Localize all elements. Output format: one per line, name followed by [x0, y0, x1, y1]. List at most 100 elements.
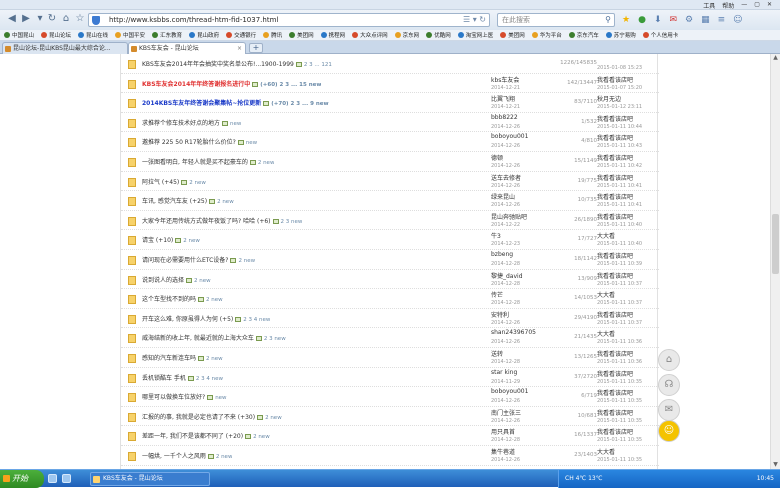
- last-poster[interactable]: 我看看该店吧: [597, 192, 633, 201]
- thread-pages[interactable]: new: [246, 140, 257, 146]
- thread-author[interactable]: 德顿: [491, 153, 503, 162]
- thread-pages[interactable]: 2 new: [238, 258, 255, 264]
- download-icon[interactable]: ⬇: [654, 15, 662, 25]
- last-poster[interactable]: 我看看该店吧: [597, 349, 633, 358]
- customer-service-icon[interactable]: ☊: [658, 374, 680, 396]
- menu-tools[interactable]: 工具: [703, 1, 715, 10]
- thread-title-link[interactable]: 邀推荐 225 50 R17轮胎什么价位? new: [142, 137, 257, 146]
- scrollbar-thumb[interactable]: [772, 214, 779, 274]
- thread-title-link[interactable]: KBS车友会2014年年终答谢报名进行中 (+60) 2 3 ... 15 new: [142, 79, 321, 88]
- last-poster[interactable]: 我看看该店吧: [597, 310, 633, 319]
- user-icon[interactable]: ☺: [733, 15, 742, 25]
- thread-pages[interactable]: 2 3 ... 121: [304, 62, 332, 68]
- star-icon[interactable]: ☆: [74, 13, 86, 25]
- dropdown-icon[interactable]: ▾: [34, 13, 46, 25]
- mail-icon[interactable]: ✉: [669, 15, 677, 25]
- thread-title-link[interactable]: 大家今年还用传统方式做年夜饭了吗? 哈哈 (+6) 2 3 new: [142, 216, 302, 225]
- thread-title-link[interactable]: 差距一年, 我们不是该都不同了 (+20) 2 new: [142, 431, 270, 440]
- thread-title-link[interactable]: 一幅烘, 一千个人之风雨 2 new: [142, 451, 232, 460]
- thread-pages[interactable]: 2 new: [194, 278, 211, 284]
- bookmark-item[interactable]: 美团网: [289, 31, 314, 39]
- minimize-button[interactable]: —: [741, 1, 747, 10]
- last-poster[interactable]: 我看看该店吧: [597, 369, 633, 378]
- menu-help[interactable]: 帮助: [722, 1, 734, 10]
- thread-pages[interactable]: 2 new: [183, 238, 200, 244]
- thread-title-link[interactable]: 丢机锁酷车 手机 2 3 4 new: [142, 373, 223, 382]
- close-tab-icon[interactable]: ×: [237, 43, 242, 54]
- thread-author[interactable]: boboyou001: [491, 133, 528, 140]
- thread-title-link[interactable]: 汇报的的事, 我就是必定也请了不来 (+30) 2 new: [142, 412, 282, 421]
- last-poster[interactable]: 我看看该店吧: [597, 251, 633, 260]
- tab-kbs-home[interactable]: 昆山论坛-昆山KBS昆山最大综合论...: [2, 42, 128, 54]
- thread-author[interactable]: 用只具首: [491, 427, 515, 436]
- thread-author[interactable]: 集牛巷道: [491, 447, 515, 456]
- thread-pages[interactable]: 2 3 4 new: [243, 317, 270, 323]
- refresh-icon[interactable]: ↻: [46, 13, 58, 25]
- thread-author[interactable]: boboyou001: [491, 388, 528, 395]
- smile-icon[interactable]: ☺: [658, 420, 680, 442]
- forward-button[interactable]: ▶: [20, 13, 32, 25]
- thread-pages[interactable]: 2 new: [265, 415, 282, 421]
- bookmark-item[interactable]: 个人信用卡: [642, 31, 678, 39]
- thread-author[interactable]: 安特利: [491, 310, 509, 319]
- thread-pages[interactable]: 2 3 new: [264, 336, 286, 342]
- thread-pages[interactable]: (+60) 2 3 ... 15 new: [260, 82, 321, 88]
- thread-pages[interactable]: 2 new: [216, 454, 233, 460]
- thread-author[interactable]: bbb8222: [491, 114, 518, 121]
- tools-icon[interactable]: ⚙: [685, 15, 693, 25]
- bookmark-item[interactable]: 大众点评网: [352, 31, 388, 39]
- taskbar-browser-item[interactable]: KBS车友会 - 昆山论坛: [90, 472, 210, 486]
- thread-author[interactable]: 牛3: [491, 231, 501, 240]
- thread-pages[interactable]: 2 3 4 new: [196, 376, 223, 382]
- bookmark-item[interactable]: 京东网: [394, 31, 419, 39]
- bookmark-item[interactable]: 交通银行: [226, 31, 256, 39]
- thread-title-link[interactable]: 这个车型找不到的吗 2 new: [142, 294, 223, 303]
- address-actions-icon[interactable]: ☰ ▾ ↻: [463, 14, 486, 26]
- bookmark-item[interactable]: 昆山论坛: [41, 31, 71, 39]
- thread-title-link[interactable]: 哪里可以做换车位放好? new: [142, 392, 227, 401]
- addon-icon[interactable]: ●: [638, 15, 646, 25]
- thread-author[interactable]: 绿来昆山: [491, 192, 515, 201]
- thread-author[interactable]: 比翼飞翔: [491, 94, 515, 103]
- last-poster[interactable]: 我看看该店吧: [597, 388, 633, 397]
- grid-icon[interactable]: ▦: [701, 15, 710, 25]
- show-desktop-icon[interactable]: [48, 474, 57, 483]
- wechat-icon[interactable]: ✉: [658, 399, 680, 421]
- thread-pages[interactable]: (+70) 2 3 ... 9 new: [271, 101, 328, 107]
- address-bar[interactable]: http://www.ksbbs.com/thread-htm-fid-1037…: [88, 13, 490, 27]
- vertical-scrollbar[interactable]: ▲ ▼: [770, 54, 780, 469]
- thread-pages[interactable]: 2 new: [206, 356, 223, 362]
- new-tab-button[interactable]: +: [249, 43, 263, 53]
- bookmark-item[interactable]: 淘宝网上医: [457, 31, 493, 39]
- bookmark-item[interactable]: 腾讯: [263, 31, 282, 39]
- last-poster[interactable]: 我看看该店吧: [597, 427, 633, 436]
- thread-title-link[interactable]: 阿拉气 (+45) 2 new: [142, 177, 206, 186]
- bookmark-item[interactable]: 中国昆山: [4, 31, 34, 39]
- last-poster[interactable]: 我看看该店吧: [597, 408, 633, 417]
- thread-title-link[interactable]: 威海结新的收上年, 就最近就的上海大众车 2 3 new: [142, 333, 286, 342]
- thread-author[interactable]: 昆山奔驰贴吧: [491, 212, 527, 221]
- last-poster[interactable]: 我看看该店吧: [597, 173, 633, 182]
- thread-pages[interactable]: 2 new: [206, 297, 223, 303]
- bookmark-item[interactable]: 优酷网: [426, 31, 451, 39]
- last-poster[interactable]: 大大看: [597, 231, 615, 240]
- thread-title-link[interactable]: 说到说人的选择 2 new: [142, 275, 211, 284]
- thread-pages[interactable]: 2 3 new: [281, 219, 303, 225]
- last-poster[interactable]: 我看看该店吧: [597, 133, 633, 142]
- thread-pages[interactable]: new: [230, 121, 241, 127]
- favorites-icon[interactable]: ★: [622, 15, 630, 25]
- menu-icon[interactable]: ≡: [718, 15, 726, 25]
- scroll-up-arrow-icon[interactable]: ▲: [771, 54, 780, 62]
- home-icon[interactable]: ⌂: [60, 13, 72, 25]
- bookmark-item[interactable]: 美团网: [500, 31, 525, 39]
- last-poster[interactable]: 我看看该店吧: [597, 114, 633, 123]
- last-poster[interactable]: 大大看: [597, 447, 615, 456]
- scroll-down-arrow-icon[interactable]: ▼: [771, 461, 780, 469]
- thread-author[interactable]: shan24396705: [491, 329, 536, 336]
- thread-pages[interactable]: 2 new: [258, 160, 275, 166]
- ie-icon[interactable]: [62, 474, 71, 483]
- thread-title-link[interactable]: KBS车友会2014年年会抽奖中奖名单公布!...1900-1999 2 3 ..…: [142, 59, 332, 68]
- start-button[interactable]: 开始: [0, 470, 44, 488]
- thread-pages[interactable]: new: [215, 395, 226, 401]
- maximize-button[interactable]: ▢: [754, 1, 760, 10]
